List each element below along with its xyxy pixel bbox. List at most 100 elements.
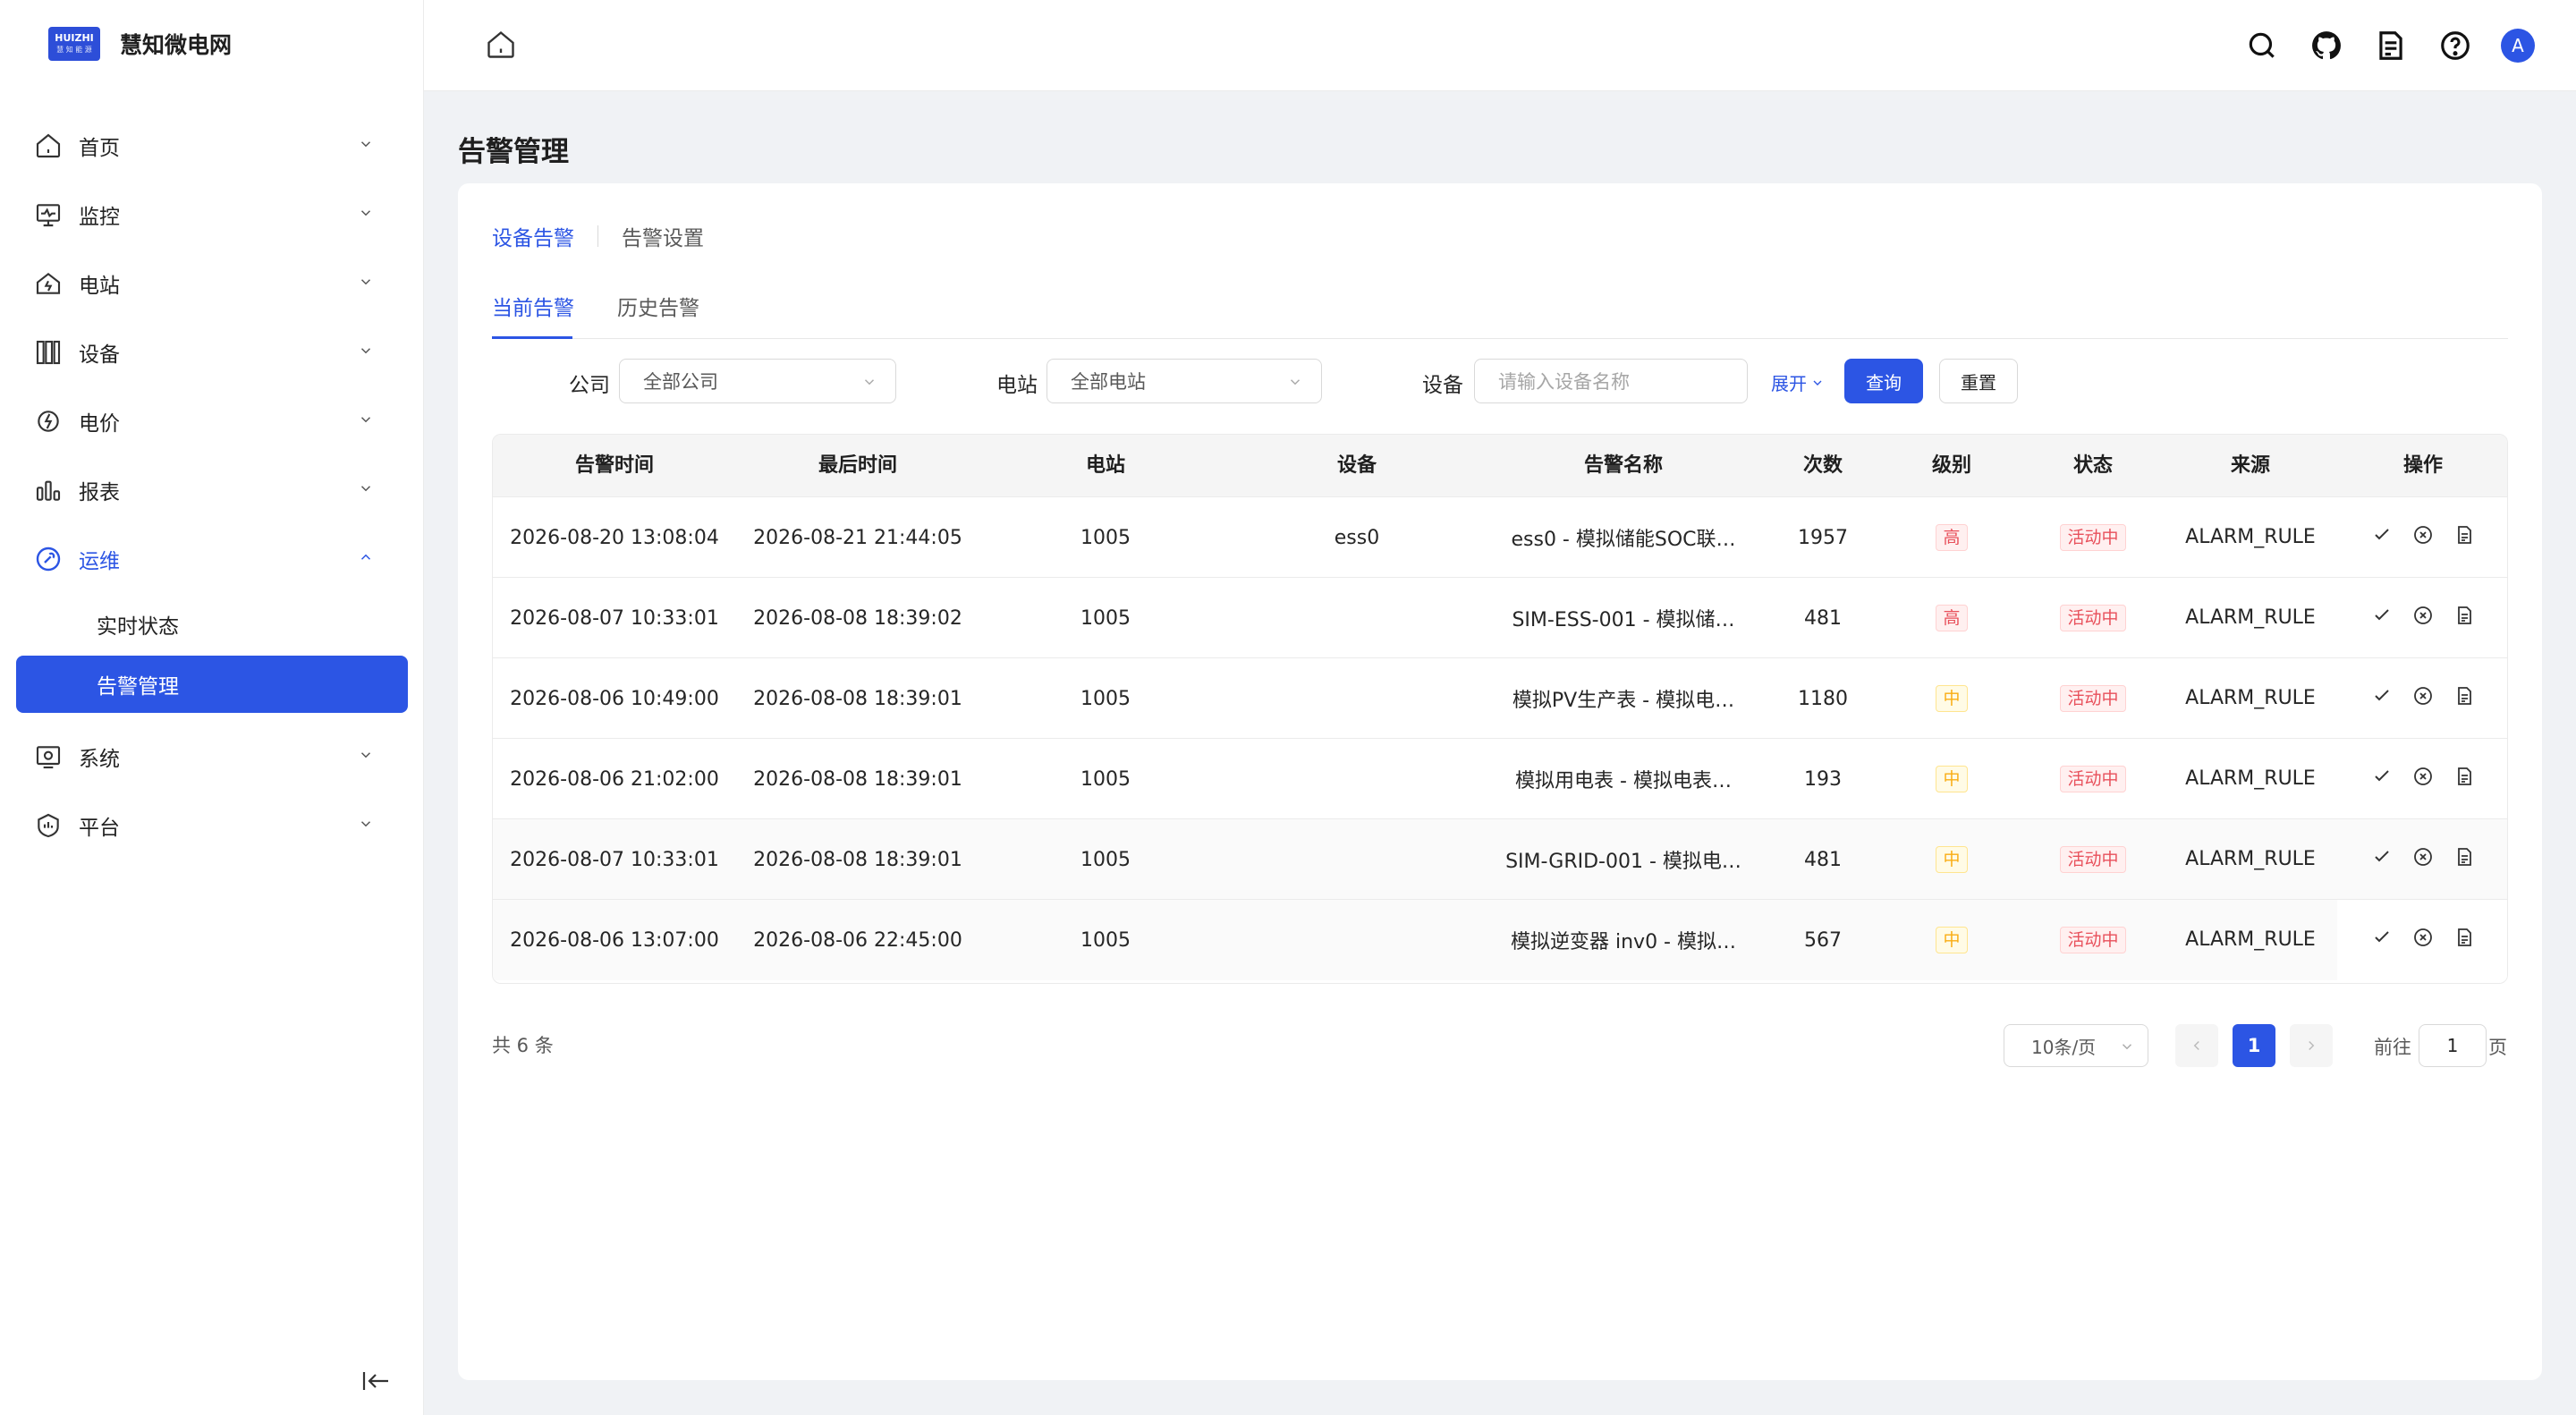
sidebar-item-price[interactable]: 电价 [0,386,424,455]
close-circle-icon[interactable] [2412,605,2434,631]
alarm-name-cell: 模拟逆变器 inv0 - 模拟… [1511,931,1736,953]
detail-document-icon[interactable] [2453,524,2475,551]
company-select[interactable]: 全部公司 [619,359,896,403]
detail-document-icon[interactable] [2453,685,2475,712]
sidebar-item-device[interactable]: 设备 [0,318,424,386]
close-circle-icon[interactable] [2412,766,2434,792]
level-badge: 中 [1936,685,1968,712]
last-time-cell: 2026-08-08 18:39:01 [753,687,962,710]
app-logo[interactable]: HUIZHI 慧 知 能 源 慧知微电网 [48,27,232,61]
chevron-down-icon [358,343,374,362]
sidebar-item-label: 运维 [79,549,120,573]
acknowledge-icon[interactable] [2371,846,2393,873]
tab-history-alarms[interactable]: 历史告警 [617,291,699,321]
level-badge: 中 [1936,766,1968,792]
alarm-name-cell: 模拟用电表 - 模拟电表… [1515,770,1732,792]
acknowledge-icon[interactable] [2371,927,2393,953]
level-badge: 高 [1936,524,1968,551]
collapse-sidebar-icon[interactable] [361,1368,392,1397]
close-circle-icon[interactable] [2412,927,2434,953]
query-button[interactable]: 查询 [1844,359,1923,403]
sidebar-item-monitor[interactable]: 监控 [0,180,424,249]
acknowledge-icon[interactable] [2371,524,2393,551]
count-cell: 567 [1804,928,1842,952]
column-header: 告警名称 [1583,454,1663,477]
acknowledge-icon[interactable] [2371,766,2393,792]
sidebar-subitem-alarm-management[interactable]: 告警管理 [16,656,408,713]
count-cell: 481 [1804,848,1842,871]
sidebar-item-platform[interactable]: 平台 [0,791,424,860]
alarm-time-cell: 2026-08-06 10:49:00 [510,687,719,710]
sidebar-item-label: 报表 [79,480,120,504]
tab-device-alarm[interactable]: 设备告警 [492,221,574,251]
tab-alarm-settings[interactable]: 告警设置 [622,221,704,251]
status-badge: 活动中 [2060,524,2126,551]
alarm-name-cell: SIM-ESS-001 - 模拟储… [1512,609,1735,631]
status-cell: 活动中 [2022,658,2164,739]
search-icon[interactable] [2245,29,2279,66]
source-text: ALARM_RULE [2185,848,2316,870]
tab-current-alarms[interactable]: 当前告警 [492,291,574,321]
page-number-button[interactable]: 1 [2233,1024,2275,1067]
page-size-value: 10条/页 [2031,1036,2097,1058]
table-row[interactable]: 2026-08-06 13:07:00 2026-08-06 22:45:00 … [493,900,2507,980]
actions-cell [2337,578,2507,658]
station-cell: 1005 [1080,606,1131,630]
source-cell: ALARM_RULE [2164,578,2337,658]
sidebar-item-label: 电站 [79,274,120,298]
detail-document-icon[interactable] [2453,766,2475,792]
chevron-down-icon [2119,1038,2135,1059]
github-icon[interactable] [2309,29,2343,66]
main-card: 设备告警 告警设置 当前告警 历史告警 公司 全部公司 电站 全部电站 设备 请… [458,183,2542,1380]
close-circle-icon[interactable] [2412,846,2434,873]
chevron-down-icon [358,411,374,431]
status-cell: 活动中 [2022,819,2164,900]
next-page-button[interactable] [2290,1024,2333,1067]
status-badge: 活动中 [2060,605,2126,631]
station-label: 电站 [996,374,1038,397]
help-icon[interactable] [2438,29,2472,66]
sidebar-item-home[interactable]: 首页 [0,111,424,180]
table-row[interactable]: 2026-08-20 13:08:04 2026-08-21 21:44:05 … [493,497,2507,578]
acknowledge-icon[interactable] [2371,605,2393,631]
detail-document-icon[interactable] [2453,927,2475,953]
goto-page-input[interactable]: 1 [2419,1024,2487,1067]
source-text: ALARM_RULE [2185,606,2316,629]
source-text: ALARM_RULE [2185,687,2316,709]
sidebar-item-station[interactable]: 电站 [0,249,424,318]
docs-icon[interactable] [2374,29,2408,66]
sidebar-item-maintenance[interactable]: 运维 [0,524,424,593]
station-select[interactable]: 全部电站 [1046,359,1322,403]
tab-divider [597,225,598,247]
sidebar-item-system[interactable]: 系统 [0,722,424,791]
expand-filters-button[interactable]: 展开 [1771,369,1825,395]
sidebar: HUIZHI 慧 知 能 源 慧知微电网 首页 监控 电站 设备 电价 报表 运… [0,0,424,1415]
table-row[interactable]: 2026-08-06 10:49:00 2026-08-08 18:39:01 … [493,658,2507,739]
top-header: A [424,0,2576,91]
device-cell [1232,739,1482,819]
prev-page-button[interactable] [2175,1024,2218,1067]
table-row[interactable]: 2026-08-07 10:33:01 2026-08-08 18:39:01 … [493,819,2507,900]
detail-document-icon[interactable] [2453,846,2475,873]
home-icon[interactable] [485,29,517,64]
device-icon [32,336,64,369]
table-row[interactable]: 2026-08-07 10:33:01 2026-08-08 18:39:02 … [493,578,2507,658]
user-avatar[interactable]: A [2501,29,2535,63]
table-header: 告警时间 最后时间 电站 设备 告警名称 次数 级别 状态 来源 操作 [493,435,2507,497]
sidebar-item-report[interactable]: 报表 [0,455,424,524]
count-cell: 1180 [1798,687,1848,710]
reset-button[interactable]: 重置 [1939,359,2018,403]
level-cell: 中 [1881,819,2022,900]
device-name-input[interactable]: 请输入设备名称 [1474,359,1748,403]
close-circle-icon[interactable] [2412,524,2434,551]
source-text: ALARM_RULE [2185,526,2316,548]
acknowledge-icon[interactable] [2371,685,2393,712]
close-circle-icon[interactable] [2412,685,2434,712]
page-size-select[interactable]: 10条/页 [2004,1024,2148,1067]
status-cell: 活动中 [2022,739,2164,819]
count-cell: 193 [1804,767,1842,791]
actions-cell [2337,739,2507,819]
detail-document-icon[interactable] [2453,605,2475,631]
table-row[interactable]: 2026-08-06 21:02:00 2026-08-08 18:39:01 … [493,739,2507,819]
sidebar-subitem-realtime-status[interactable]: 实时状态 [0,593,424,656]
